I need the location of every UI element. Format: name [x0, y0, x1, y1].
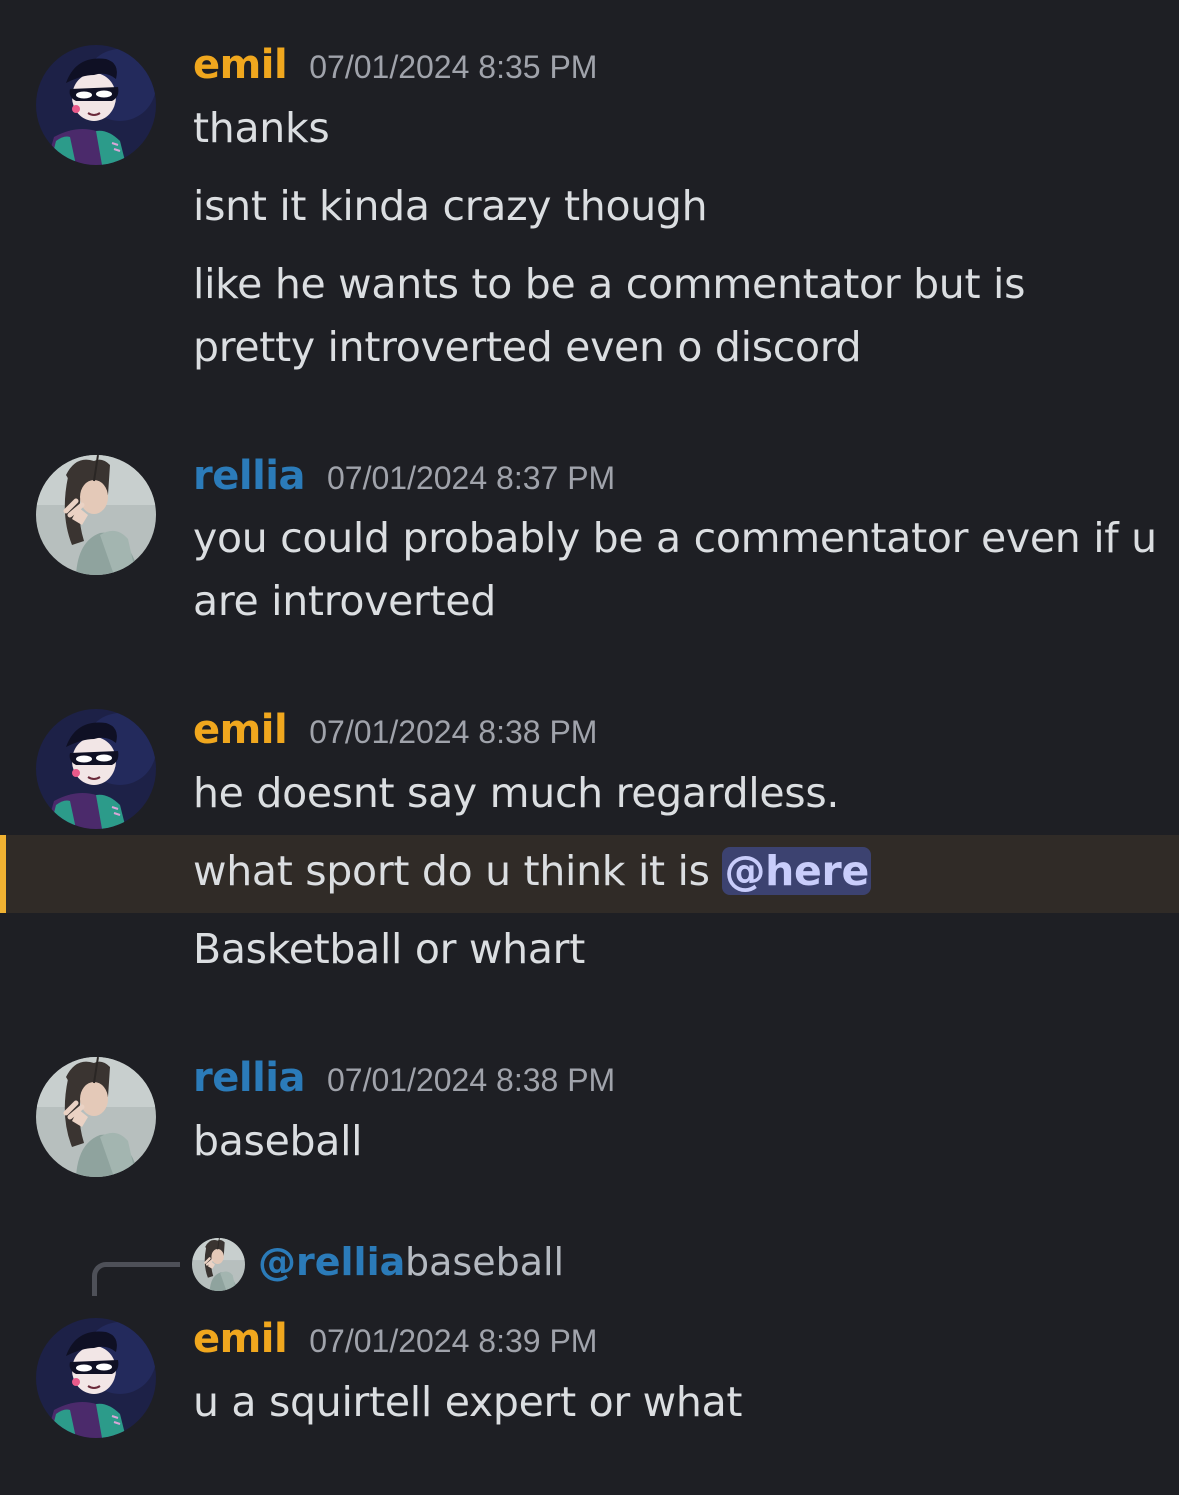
reply-author-mention[interactable]: @rellia	[258, 1240, 405, 1284]
message-header: emil 07/01/2024 8:39 PM	[193, 1316, 597, 1362]
masked-hero-avatar[interactable]	[36, 1318, 156, 1438]
message-text[interactable]: Basketball or whart	[193, 925, 585, 973]
photo-avatar[interactable]	[36, 1057, 156, 1177]
message-text[interactable]: thanks	[193, 104, 330, 152]
timestamp: 07/01/2024 8:37 PM	[326, 460, 616, 496]
message-text[interactable]: are introverted	[193, 577, 496, 625]
message-header: emil 07/01/2024 8:35 PM	[193, 42, 597, 88]
timestamp: 07/01/2024 8:38 PM	[326, 1062, 616, 1098]
message-header: emil 07/01/2024 8:38 PM	[193, 707, 597, 753]
username[interactable]: emil	[193, 42, 288, 88]
message-text[interactable]: he doesnt say much regardless.	[193, 769, 839, 817]
message-text[interactable]: isnt it kinda crazy though	[193, 182, 708, 230]
photo-avatar[interactable]	[36, 455, 156, 575]
timestamp: 07/01/2024 8:35 PM	[309, 49, 598, 85]
reply-spine	[92, 1262, 180, 1296]
username[interactable]: rellia	[193, 1055, 305, 1101]
message-header: rellia 07/01/2024 8:37 PM	[193, 453, 615, 499]
masked-hero-avatar[interactable]	[36, 45, 156, 165]
username[interactable]: emil	[193, 1316, 288, 1362]
masked-hero-avatar[interactable]	[36, 709, 156, 829]
reply-preview-text[interactable]: baseball	[405, 1240, 564, 1284]
mention-highlight-bar	[0, 835, 6, 913]
message-text[interactable]: pretty introverted even o discord	[193, 323, 862, 371]
timestamp: 07/01/2024 8:38 PM	[309, 714, 598, 750]
message-text[interactable]: you could probably be a commentator even…	[193, 514, 1157, 562]
message-text[interactable]: like he wants to be a commentator but is	[193, 260, 1025, 308]
username[interactable]: emil	[193, 707, 288, 753]
message-text[interactable]: baseball	[193, 1117, 363, 1165]
message-text: what sport do u think it is	[193, 847, 723, 895]
message-text-with-mention[interactable]: what sport do u think it is @here	[193, 847, 871, 895]
message-header: rellia 07/01/2024 8:38 PM	[193, 1055, 615, 1101]
timestamp: 07/01/2024 8:39 PM	[309, 1323, 598, 1359]
username[interactable]: rellia	[193, 453, 305, 499]
here-mention[interactable]: @here	[722, 847, 871, 895]
reply-photo-avatar[interactable]	[192, 1238, 245, 1291]
message-text[interactable]: u a squirtell expert or what	[193, 1378, 742, 1426]
